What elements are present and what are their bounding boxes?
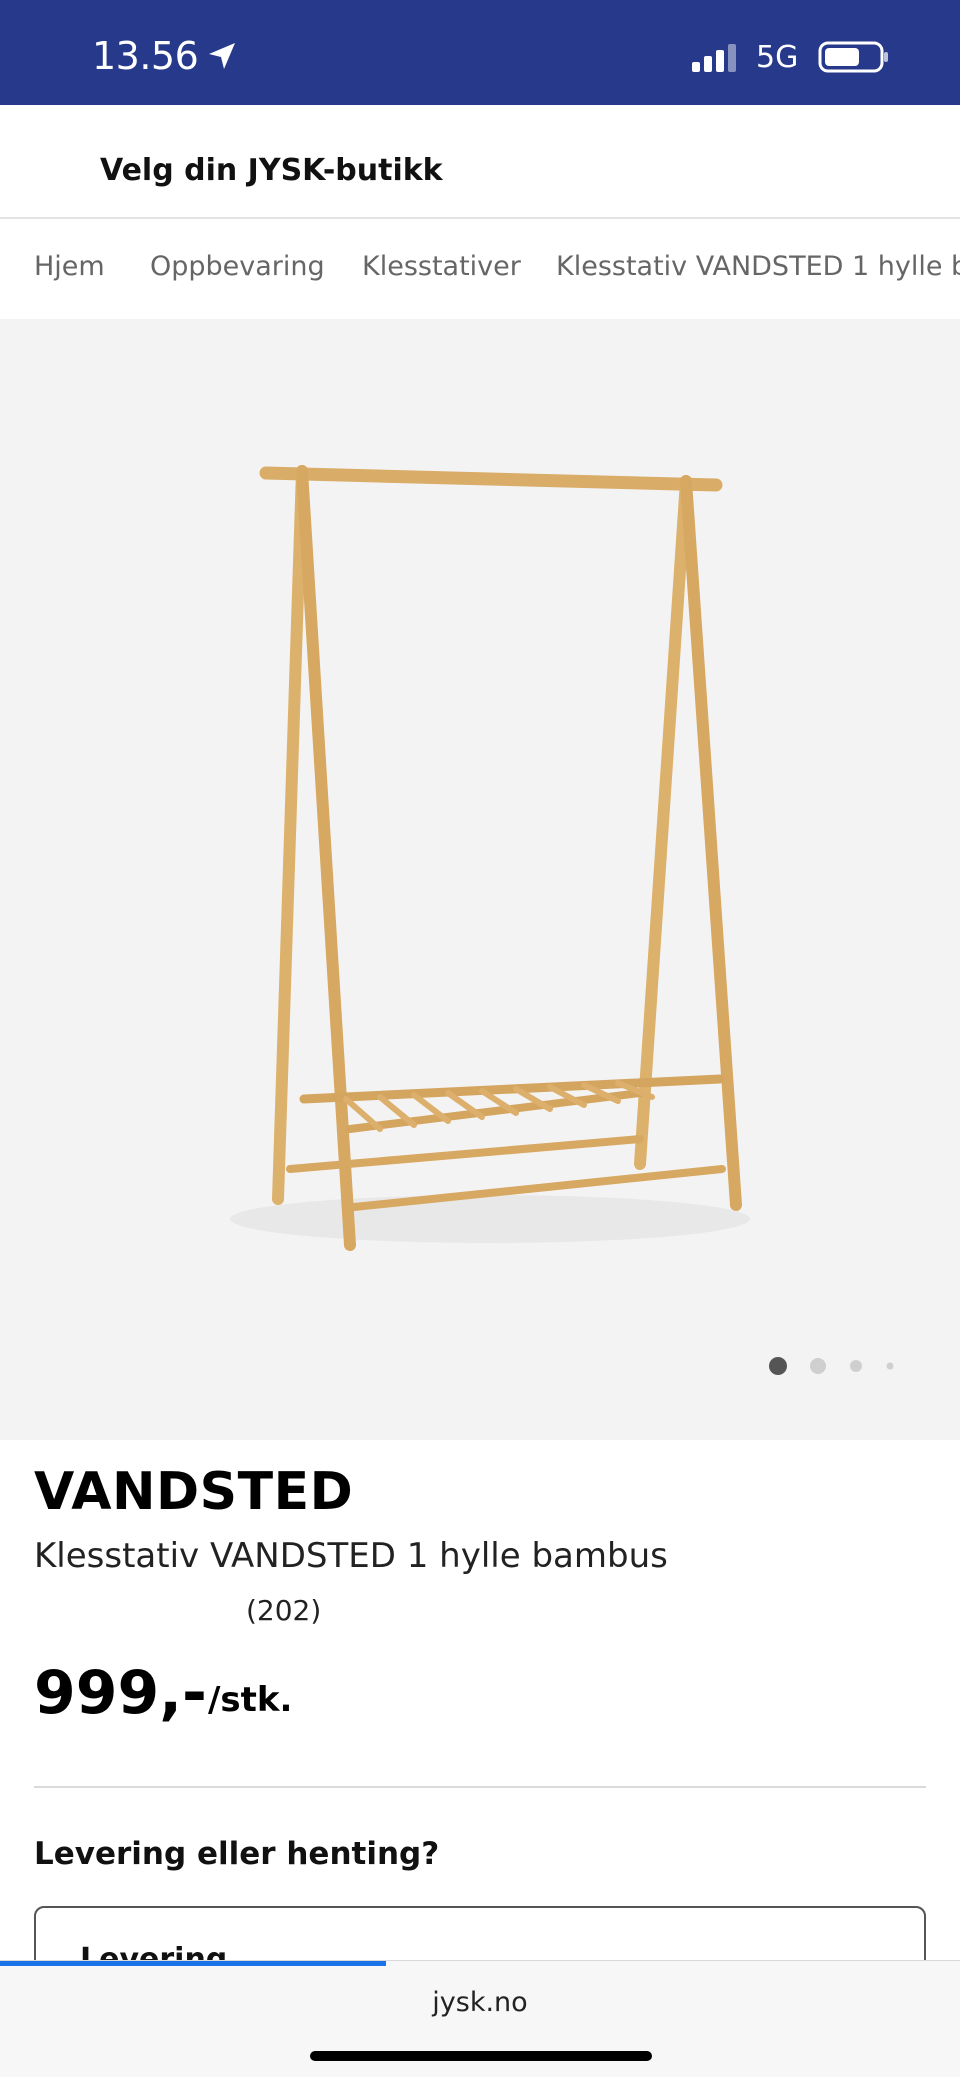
product-image-gallery[interactable] [0, 319, 960, 1440]
rating-stars-icon[interactable] [34, 1596, 234, 1626]
product-price: 999,- [34, 1658, 207, 1728]
status-bar: 13.56 5G [0, 0, 960, 105]
home-indicator[interactable] [310, 2051, 652, 2061]
location-arrow-icon [209, 43, 235, 69]
network-label: 5G [756, 40, 799, 75]
signal-icon [692, 44, 736, 72]
battery-icon [818, 41, 888, 73]
store-selector[interactable]: Velg din JYSK-butikk [0, 105, 960, 219]
store-selector-label[interactable]: Velg din JYSK-butikk [100, 153, 443, 188]
divider [34, 1786, 926, 1788]
status-time: 13.56 [92, 34, 199, 78]
rating-count[interactable]: (202) [246, 1594, 321, 1627]
price-unit: /stk. [208, 1680, 293, 1720]
breadcrumb-klesstativer[interactable]: Klesstativer [362, 251, 521, 282]
browser-bottom-bar: jysk.no [0, 1960, 960, 2077]
product-image[interactable] [220, 439, 760, 1289]
breadcrumb-home[interactable]: Hjem [34, 251, 105, 282]
product-name: Klesstativ VANDSTED 1 hylle bambus [34, 1536, 668, 1576]
breadcrumb: Hjem Oppbevaring Klesstativer Klesstativ… [0, 221, 960, 319]
product-brand: VANDSTED [34, 1462, 354, 1522]
delivery-heading: Levering eller henting? [34, 1836, 440, 1872]
url-bar[interactable]: jysk.no [0, 1987, 960, 2018]
breadcrumb-current-product[interactable]: Klesstativ VANDSTED 1 hylle bambus [556, 251, 960, 282]
breadcrumb-oppbevaring[interactable]: Oppbevaring [150, 251, 325, 282]
page-load-progress [0, 1961, 386, 1966]
gallery-pagination-dots[interactable] [760, 1354, 900, 1378]
